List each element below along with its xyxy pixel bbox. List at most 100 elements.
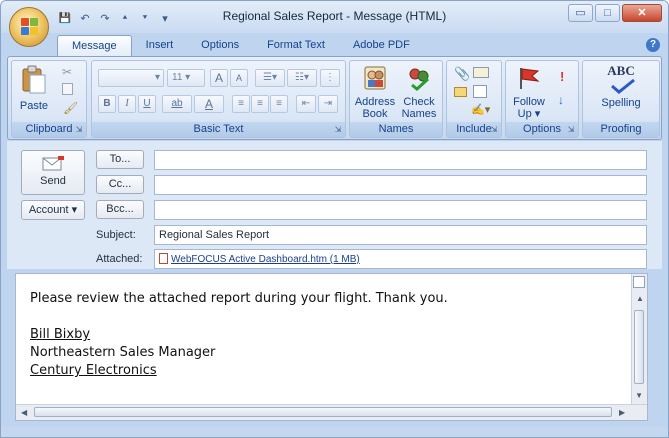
window-controls: ▭ □ ✕	[568, 4, 662, 22]
minimize-button[interactable]: ▭	[568, 4, 593, 22]
body-text[interactable]: Please review the attached report during…	[30, 290, 448, 380]
decrease-indent-button[interactable]: ⇤	[296, 95, 316, 113]
vertical-scroll-thumb[interactable]	[634, 310, 644, 384]
close-button[interactable]: ✕	[622, 4, 662, 22]
vertical-scrollbar[interactable]: ▲	[631, 274, 647, 406]
font-size-value: 11	[172, 72, 183, 83]
cc-button[interactable]: Cc...	[96, 175, 144, 194]
grow-font-button[interactable]: A	[210, 69, 228, 87]
italic-button[interactable]: I	[118, 95, 136, 113]
scroll-left-icon[interactable]: ◀	[21, 408, 27, 417]
ribbon-tabs: Message Insert Options Format Text Adobe…	[57, 35, 424, 57]
tab-insert[interactable]: Insert	[132, 35, 188, 57]
low-importance-icon[interactable]: ↓	[558, 93, 564, 107]
calendar-icon[interactable]	[473, 85, 487, 98]
font-size-dropdown[interactable]: 11 ▾	[167, 69, 205, 87]
check-names-icon	[409, 68, 430, 91]
tab-options[interactable]: Options	[187, 35, 253, 57]
signature-name: Bill Bixby	[30, 327, 91, 342]
maximize-button[interactable]: □	[595, 4, 620, 22]
options-group: Follow Up ▾ ! ↓ Options ⇲	[505, 60, 579, 138]
tab-adobe-pdf[interactable]: Adobe PDF	[339, 35, 424, 57]
check-names-label-1: Check	[403, 96, 435, 108]
signature-title: Northeastern Sales Manager	[30, 345, 216, 360]
redo-icon[interactable]: ↷	[97, 12, 113, 25]
bcc-field[interactable]	[154, 200, 647, 220]
subject-label: Subject:	[96, 229, 136, 241]
follow-up-button[interactable]: Follow Up ▾	[509, 65, 549, 120]
styles-button[interactable]: ⋮	[320, 69, 340, 87]
paste-button[interactable]: Paste	[16, 65, 52, 112]
account-button[interactable]: Account ▾	[21, 200, 85, 220]
paste-icon	[22, 65, 46, 94]
save-icon[interactable]: 💾	[57, 13, 73, 24]
attach-file-icon[interactable]: 📎	[454, 66, 470, 82]
signature-company: Century Electronics	[30, 363, 157, 378]
bcc-button[interactable]: Bcc...	[96, 200, 144, 219]
message-body[interactable]: Please review the attached report during…	[15, 273, 648, 421]
include-launcher-icon[interactable]: ⇲	[489, 125, 499, 135]
help-icon[interactable]: ?	[646, 38, 660, 52]
shrink-font-button[interactable]: A	[230, 69, 248, 87]
bold-button[interactable]: B	[98, 95, 116, 113]
increase-indent-button[interactable]: ⇥	[318, 95, 338, 113]
address-book-label-1: Address	[354, 96, 396, 108]
subject-field[interactable]: Regional Sales Report	[154, 225, 647, 245]
customize-qat-icon[interactable]: ▾	[157, 12, 173, 25]
message-window: Regional Sales Report - Message (HTML) 💾…	[0, 0, 669, 438]
next-item-icon[interactable]: ⯆	[137, 13, 153, 23]
scroll-right-icon[interactable]: ▶	[619, 408, 625, 417]
scroll-up-icon[interactable]: ▲	[636, 294, 644, 303]
scroll-down-icon[interactable]: ▼	[635, 391, 643, 400]
address-book-button[interactable]: Address Book	[353, 65, 397, 120]
align-right-button[interactable]: ≡	[270, 95, 288, 113]
spelling-check-icon	[611, 78, 635, 94]
previous-item-icon[interactable]: ⯅	[117, 13, 133, 23]
font-name-dropdown[interactable]: ▾	[98, 69, 164, 87]
follow-up-label-2: Up ▾	[517, 108, 541, 120]
cut-icon[interactable]: ✂	[62, 65, 72, 79]
status-bar	[1, 427, 668, 437]
options-launcher-icon[interactable]: ⇲	[566, 125, 576, 135]
flag-icon	[520, 68, 540, 89]
tab-format-text[interactable]: Format Text	[253, 35, 339, 57]
undo-icon[interactable]: ↶	[77, 12, 93, 25]
copy-icon[interactable]	[62, 83, 73, 95]
ruler-toggle-icon[interactable]	[633, 276, 645, 288]
message-header: Send Account ▾ To... Cc... Bcc... Subjec…	[7, 141, 662, 269]
horizontal-scroll-thumb[interactable]	[34, 407, 612, 417]
bullets-button[interactable]: ☰▾	[255, 69, 285, 87]
signature-icon[interactable]: ✍▾	[471, 103, 490, 116]
align-center-button[interactable]: ≡	[251, 95, 269, 113]
spelling-button[interactable]: ABC Spelling	[589, 64, 653, 109]
font-color-button[interactable]: A	[194, 95, 224, 113]
attached-label: Attached:	[96, 253, 143, 265]
clipboard-group: Paste ✂ 🖌 Clipboard ⇲	[11, 60, 87, 138]
basic-text-launcher-icon[interactable]: ⇲	[333, 125, 343, 135]
check-names-button[interactable]: Check Names	[398, 65, 440, 120]
spelling-label: Spelling	[601, 97, 641, 109]
proofing-group-label: Proofing	[583, 122, 659, 137]
clipboard-launcher-icon[interactable]: ⇲	[74, 125, 84, 135]
attachment-link[interactable]: WebFOCUS Active Dashboard.htm (1 MB)	[171, 254, 360, 265]
tab-message[interactable]: Message	[57, 35, 132, 57]
to-button[interactable]: To...	[96, 150, 144, 169]
cc-field[interactable]	[154, 175, 647, 195]
format-painter-icon[interactable]: 🖌	[63, 101, 78, 115]
underline-button[interactable]: U	[138, 95, 156, 113]
names-group-label: Names	[350, 122, 442, 137]
horizontal-scrollbar[interactable]: ◀ ▶	[16, 404, 647, 420]
highlight-button[interactable]: ab	[162, 95, 192, 113]
business-card-icon[interactable]	[454, 87, 467, 97]
to-field[interactable]	[154, 150, 647, 170]
send-button[interactable]: Send	[21, 150, 85, 195]
numbering-button[interactable]: ☷▾	[287, 69, 317, 87]
ribbon: Paste ✂ 🖌 Clipboard ⇲ ▾ 11 ▾ A A ☰▾ ☷▾ ⋮…	[7, 56, 662, 140]
follow-up-label-1: Follow	[513, 96, 545, 108]
send-icon	[42, 156, 64, 171]
paste-label: Paste	[19, 100, 49, 112]
attach-item-icon[interactable]	[473, 67, 489, 78]
align-left-button[interactable]: ≡	[232, 95, 250, 113]
office-button[interactable]	[9, 7, 49, 47]
high-importance-icon[interactable]: !	[560, 69, 564, 84]
